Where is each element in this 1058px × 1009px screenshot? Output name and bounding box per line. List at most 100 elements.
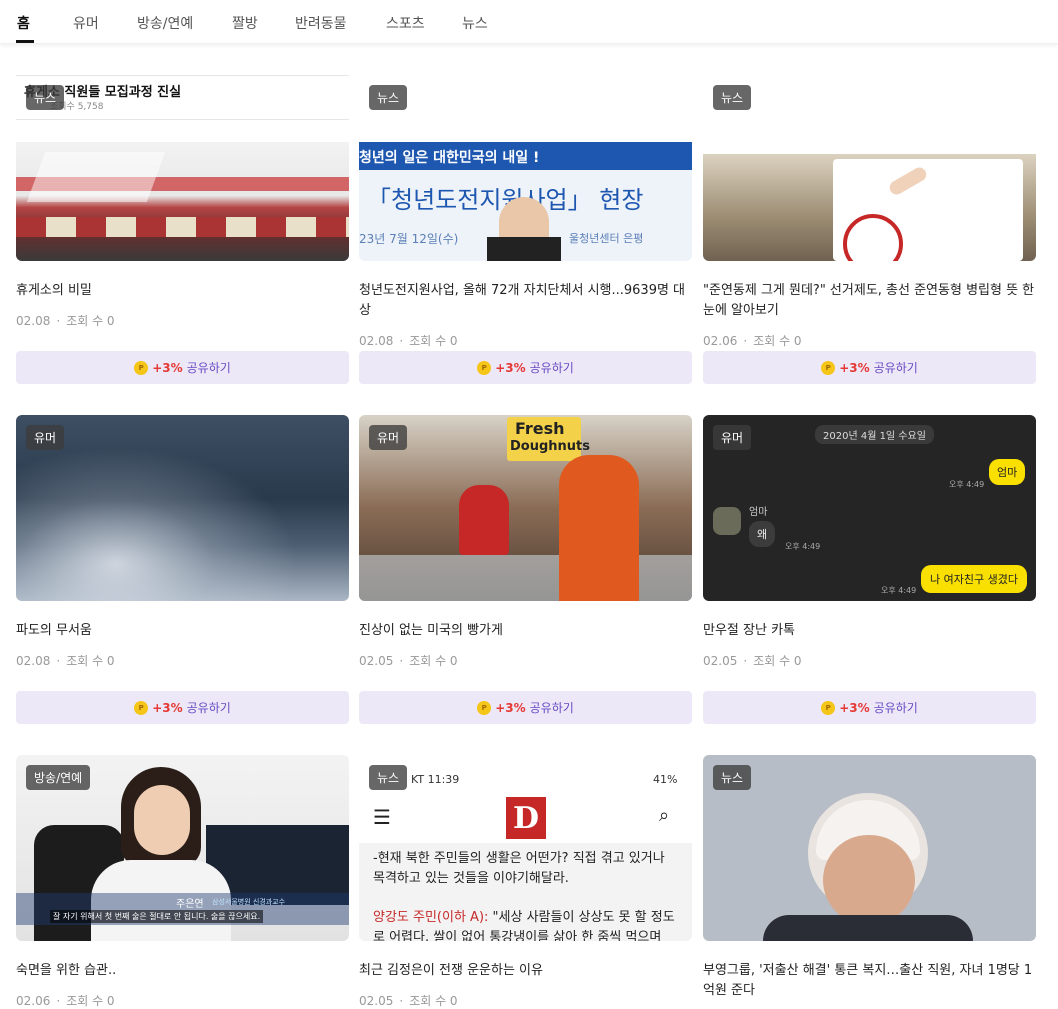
- post-title[interactable]: 진상이 없는 미국의 빵가게: [359, 621, 692, 641]
- post-meta: 02.05 · 조회 수 0: [359, 654, 458, 668]
- tab-sports[interactable]: 스포츠: [386, 13, 425, 33]
- post-card[interactable]: Fresh Doughnuts 유머 진상이 없는 미국의 빵가게 02.05 ·…: [359, 415, 692, 735]
- post-date: 02.08: [16, 314, 51, 328]
- share-button[interactable]: P +3% 공유하기: [16, 691, 349, 724]
- post-meta: 02.08 · 조회 수 0: [359, 334, 458, 348]
- share-label: 공유하기: [186, 361, 231, 375]
- post-title[interactable]: 휴게소의 비밀: [16, 281, 349, 301]
- tab-humor[interactable]: 유머: [73, 13, 99, 33]
- reward-percent: +3%: [152, 360, 183, 375]
- post-date: 02.05: [359, 994, 394, 1008]
- chat-msg-2: 왜: [749, 521, 776, 547]
- share-button[interactable]: P +3% 공유하기: [359, 351, 692, 384]
- sign-line2: Doughnuts: [510, 439, 590, 454]
- chat-msg-3: 나 여자친구 생겼다: [921, 565, 1027, 593]
- category-badge: 뉴스: [369, 85, 408, 110]
- post-card[interactable]: 2020년 4월 1일 수요일 엄마 오후 4:49 엄마 왜 오후 4:49 …: [703, 415, 1036, 735]
- post-meta: 02.05 · 조회 수 0: [359, 994, 458, 1008]
- post-meta: 02.08 · 조회 수 0: [16, 314, 115, 328]
- tab-home[interactable]: 홈: [17, 13, 30, 33]
- banner-line4: 울청년센터 은평: [569, 232, 644, 245]
- tab-pets[interactable]: 반려동물: [295, 13, 347, 33]
- chat-time-3: 오후 4:49: [881, 586, 917, 595]
- post-date: 02.08: [16, 654, 51, 668]
- post-card[interactable]: 청년의 일은 대한민국의 내일 ! 「청년도전지원사업」 현장 23년 7월 1…: [359, 75, 692, 395]
- youth-program-photo: 청년의 일은 대한민국의 내일 ! 「청년도전지원사업」 현장 23년 7월 1…: [359, 142, 692, 261]
- search-icon: ⌕: [659, 805, 670, 826]
- post-card[interactable]: 유머 파도의 무서움 02.08 · 조회 수 0 P +3% 공유하기: [16, 415, 349, 735]
- post-thumbnail[interactable]: Fresh Doughnuts 유머: [359, 415, 692, 601]
- reward-percent: +3%: [495, 360, 526, 375]
- post-title[interactable]: 만우절 장난 카톡: [703, 621, 1036, 641]
- article-screenshot: KT 11:39 41% ☰ D ⌕ -현재 북한 주민들의 생활은 어떤가? …: [359, 755, 692, 941]
- chat-screenshot: 2020년 4월 1일 수요일 엄마 오후 4:49 엄마 왜 오후 4:49 …: [703, 415, 1036, 601]
- status-time: KT 11:39: [411, 773, 460, 786]
- post-thumbnail[interactable]: 휴게소 직원들 모집과정 진실 조회수 5,758 뉴스: [16, 75, 349, 261]
- post-title[interactable]: 부영그룹, '저출산 해결' 통큰 복지…출산 직원, 자녀 1명당 1억원 준…: [703, 961, 1036, 1001]
- post-thumbnail[interactable]: 2020년 4월 1일 수요일 엄마 오후 4:49 엄마 왜 오후 4:49 …: [703, 415, 1036, 601]
- active-tab-indicator: [16, 40, 34, 43]
- post-card[interactable]: 뉴스 "준연동제 그게 뭔데?" 선거제도, 총선 준연동형 병립형 뜻 한눈에…: [703, 75, 1036, 395]
- post-date: 02.08: [359, 334, 394, 348]
- tab-news[interactable]: 뉴스: [462, 13, 488, 33]
- bakery-photo: Fresh Doughnuts: [359, 415, 692, 601]
- category-badge: 뉴스: [369, 765, 408, 790]
- post-date: 02.05: [359, 654, 394, 668]
- avatar: [713, 507, 741, 535]
- tab-memes[interactable]: 짤방: [232, 13, 258, 33]
- chat-date: 2020년 4월 1일 수요일: [815, 425, 934, 444]
- coin-icon: P: [821, 360, 836, 375]
- reward-percent: +3%: [152, 700, 183, 715]
- post-card[interactable]: 주은연 삼성서울병원 신경과교수 잘 자기 위해서 첫 번째 술은 절대로 안 …: [16, 755, 349, 1009]
- post-thumbnail[interactable]: 유머: [16, 415, 349, 601]
- post-thumbnail[interactable]: 뉴스: [703, 755, 1036, 941]
- share-button[interactable]: P +3% 공유하기: [703, 691, 1036, 724]
- post-thumbnail[interactable]: 청년의 일은 대한민국의 내일 ! 「청년도전지원사업」 현장 23년 7월 1…: [359, 75, 692, 261]
- share-button[interactable]: P +3% 공유하기: [359, 691, 692, 724]
- post-card[interactable]: 휴게소 직원들 모집과정 진실 조회수 5,758 뉴스 휴게소의 비밀 02.…: [16, 75, 349, 395]
- menu-icon: ☰: [373, 805, 391, 829]
- view-count: 조회 수 0: [409, 654, 458, 668]
- post-card[interactable]: 뉴스 부영그룹, '저출산 해결' 통큰 복지…출산 직원, 자녀 1명당 1억…: [703, 755, 1036, 1009]
- newspaper-logo: D: [506, 797, 546, 839]
- coin-icon: P: [821, 700, 836, 715]
- post-title[interactable]: 청년도전지원사업, 올해 72개 자치단체서 시행...9639명 대상: [359, 281, 692, 321]
- rest-area-photo: [16, 142, 349, 261]
- share-button[interactable]: P +3% 공유하기: [703, 351, 1036, 384]
- share-button[interactable]: P +3% 공유하기: [16, 351, 349, 384]
- post-meta: 02.06 · 조회 수 0: [703, 334, 802, 348]
- view-count: 조회 수 0: [66, 314, 115, 328]
- category-badge: 뉴스: [713, 85, 752, 110]
- battery-level: 41%: [653, 773, 678, 786]
- post-title[interactable]: "준연동제 그게 뭔데?" 선거제도, 총선 준연동형 병립형 뜻 한눈에 알아…: [703, 281, 1036, 321]
- wave-photo: [16, 415, 349, 601]
- view-count: 조회 수 0: [409, 334, 458, 348]
- post-date: 02.06: [703, 334, 738, 348]
- overlay-header: 휴게소 직원들 모집과정 진실 조회수 5,758: [16, 75, 349, 120]
- view-count: 조회 수 0: [409, 994, 458, 1008]
- coin-icon: P: [477, 360, 492, 375]
- post-meta: 02.06 · 조회 수 0: [16, 994, 115, 1008]
- view-count: 조회 수 0: [66, 994, 115, 1008]
- category-badge: 유머: [369, 425, 408, 450]
- post-title[interactable]: 파도의 무서움: [16, 621, 349, 641]
- caption-role: 삼성서울병원 신경과교수: [212, 898, 286, 906]
- coin-icon: P: [477, 700, 492, 715]
- caption-name: 주은연: [176, 899, 204, 910]
- view-count: 조회 수 0: [753, 334, 802, 348]
- post-thumbnail[interactable]: 주은연 삼성서울병원 신경과교수 잘 자기 위해서 첫 번째 술은 절대로 안 …: [16, 755, 349, 941]
- coin-icon: P: [134, 700, 149, 715]
- share-label: 공유하기: [873, 361, 918, 375]
- reward-percent: +3%: [839, 360, 870, 375]
- post-title[interactable]: 최근 김정은이 전쟁 운운하는 이유: [359, 961, 692, 981]
- post-date: 02.06: [16, 994, 51, 1008]
- post-date: 02.05: [703, 654, 738, 668]
- tab-entertainment[interactable]: 방송/연예: [137, 13, 193, 33]
- chat-time-2: 오후 4:49: [785, 542, 821, 551]
- post-card[interactable]: KT 11:39 41% ☰ D ⌕ -현재 북한 주민들의 생활은 어떤가? …: [359, 755, 692, 1009]
- share-label: 공유하기: [186, 701, 231, 715]
- post-thumbnail[interactable]: 뉴스: [703, 75, 1036, 261]
- sign-line1: Fresh: [515, 419, 565, 438]
- post-thumbnail[interactable]: KT 11:39 41% ☰ D ⌕ -현재 북한 주민들의 생활은 어떤가? …: [359, 755, 692, 941]
- post-title[interactable]: 숙면을 위한 습관..: [16, 961, 349, 981]
